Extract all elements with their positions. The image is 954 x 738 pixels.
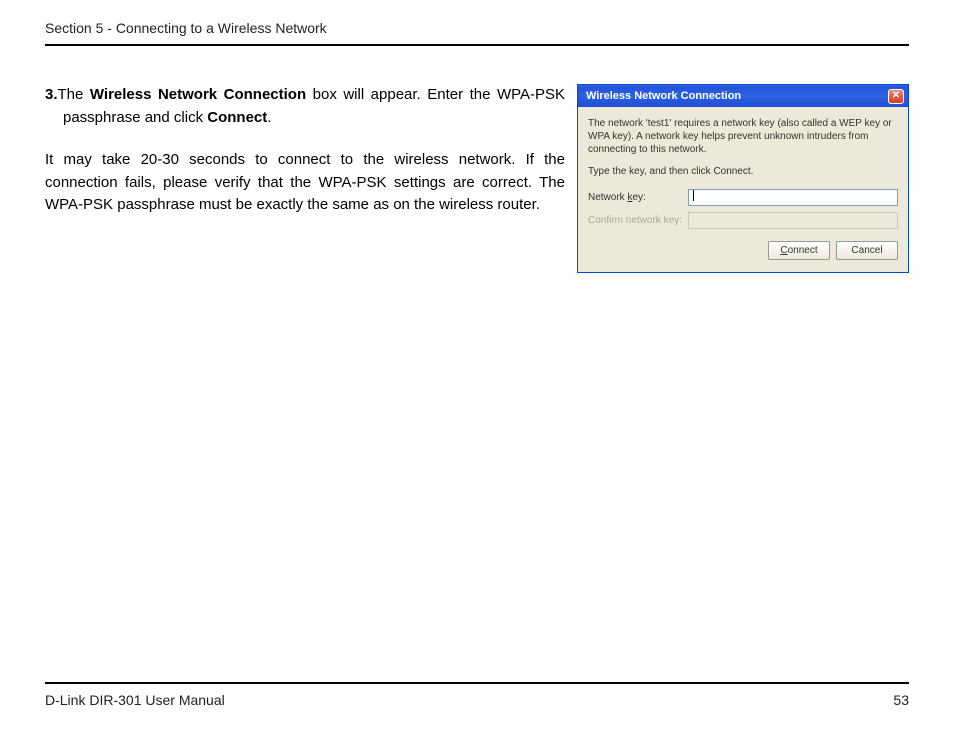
dialog-instruction: The network 'test1' requires a network k… <box>588 117 898 156</box>
page-header: Section 5 - Connecting to a Wireless Net… <box>45 20 909 46</box>
paragraph: It may take 20-30 seconds to connect to … <box>45 149 565 217</box>
dialog-buttons: Connect Cancel <box>588 241 898 260</box>
network-key-label: Network key: <box>588 192 688 203</box>
page-footer: D-Link DIR-301 User Manual 53 <box>45 682 909 708</box>
wireless-dialog: Wireless Network Connection ✕ The networ… <box>577 84 909 273</box>
content-row: 3.The Wireless Network Connection box wi… <box>45 84 909 273</box>
confirm-key-label: Confirm network key: <box>588 215 688 226</box>
text-cursor-icon <box>693 190 694 201</box>
dialog-body: The network 'test1' requires a network k… <box>578 107 908 272</box>
footer-page: 53 <box>893 692 909 708</box>
dialog-title: Wireless Network Connection <box>586 90 741 102</box>
bold-connect: Connect <box>207 109 267 126</box>
text-column: 3.The Wireless Network Connection box wi… <box>45 84 565 217</box>
confirm-key-row: Confirm network key: <box>588 212 898 229</box>
connect-button[interactable]: Connect <box>768 241 830 260</box>
step-text: 3.The Wireless Network Connection box wi… <box>45 84 565 129</box>
close-icon: ✕ <box>892 91 900 101</box>
step-block: 3.The Wireless Network Connection box wi… <box>45 84 565 129</box>
dialog-type-prompt: Type the key, and then click Connect. <box>588 166 898 177</box>
close-button[interactable]: ✕ <box>888 89 904 104</box>
bold-wnc: Wireless Network Connection <box>90 86 306 103</box>
step-number: 3. <box>45 86 58 103</box>
footer-manual: D-Link DIR-301 User Manual <box>45 692 225 708</box>
dialog-column: Wireless Network Connection ✕ The networ… <box>575 84 909 273</box>
section-title: Section 5 - Connecting to a Wireless Net… <box>45 20 327 36</box>
network-key-input[interactable] <box>688 189 898 206</box>
dialog-titlebar: Wireless Network Connection ✕ <box>578 85 908 107</box>
network-key-row: Network key: <box>588 189 898 206</box>
cancel-button[interactable]: Cancel <box>836 241 898 260</box>
confirm-key-input <box>688 212 898 229</box>
